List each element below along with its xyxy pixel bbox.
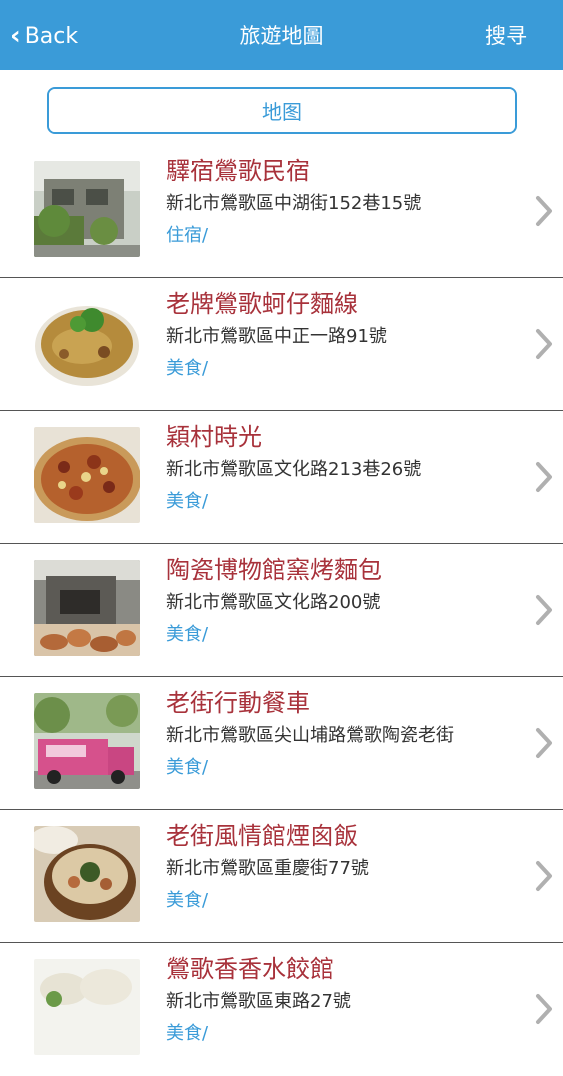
chevron-right-icon[interactable] [535,328,553,364]
place-address: 新北市鶯歌區重慶街77號 [166,858,369,879]
food-truck-photo [34,693,140,789]
place-name: 老牌鶯歌蚵仔麵線 [166,290,358,318]
place-address: 新北市鶯歌區文化路213巷26號 [166,459,422,480]
place-category: 美食/ [166,624,209,645]
place-address: 新北市鶯歌區文化路200號 [166,592,381,613]
place-name: 驛宿鶯歌民宿 [166,157,310,185]
list-item[interactable]: 老牌鶯歌蚵仔麵線 新北市鶯歌區中正一路91號 美食/ [0,278,563,411]
place-name: 老街行動餐車 [166,689,310,717]
noodle-bowl-photo [34,294,140,390]
chevron-right-icon[interactable] [535,727,553,763]
top-bar: ‹ Back 旅遊地圖 搜寻 [0,0,563,70]
tab-map[interactable]: 地图 [49,89,515,132]
list-item[interactable]: 鶯歌香香水餃館 新北市鶯歌區東路27號 美食/ [0,943,563,1076]
page-title: 旅遊地圖 [239,24,324,48]
place-name: 穎村時光 [166,423,262,451]
place-name: 陶瓷博物館窯烤麵包 [166,556,382,584]
chevron-right-icon[interactable] [535,860,553,896]
place-category: 美食/ [166,491,209,512]
chevron-right-icon[interactable] [535,993,553,1029]
place-address: 新北市鶯歌區尖山埔路鶯歌陶瓷老街 [166,725,454,746]
house-photo [34,161,140,257]
place-category: 美食/ [166,890,209,911]
list-item[interactable]: 老街行動餐車 新北市鶯歌區尖山埔路鶯歌陶瓷老街 美食/ [0,677,563,810]
rice-pot-photo [34,826,140,922]
place-list: 驛宿鶯歌民宿 新北市鶯歌區中湖街152巷15號 住宿/ 老牌鶯歌蚵仔麵線 新北市… [0,145,563,1076]
pizza-photo [34,427,140,523]
place-name: 老街風情館煙囪飯 [166,822,358,850]
chevron-right-icon[interactable] [535,461,553,497]
place-address: 新北市鶯歌區中湖街152巷15號 [166,193,422,214]
place-address: 新北市鶯歌區中正一路91號 [166,326,387,347]
view-toggle: 地图 列表 [47,87,517,134]
dumpling-photo [34,959,140,1055]
place-address: 新北市鶯歌區東路27號 [166,991,351,1012]
place-name: 鶯歌香香水餃館 [166,955,334,983]
place-category: 住宿/ [166,225,209,246]
place-category: 美食/ [166,757,209,778]
list-item[interactable]: 老街風情館煙囪飯 新北市鶯歌區重慶街77號 美食/ [0,810,563,943]
list-item[interactable]: 陶瓷博物館窯烤麵包 新北市鶯歌區文化路200號 美食/ [0,544,563,677]
list-item[interactable]: 穎村時光 新北市鶯歌區文化路213巷26號 美食/ [0,411,563,544]
chevron-right-icon[interactable] [535,594,553,630]
list-item[interactable]: 驛宿鶯歌民宿 新北市鶯歌區中湖街152巷15號 住宿/ [0,145,563,278]
search-button[interactable]: 搜寻 [485,20,527,52]
place-category: 美食/ [166,1023,209,1044]
kiln-bread-photo [34,560,140,656]
place-category: 美食/ [166,358,209,379]
chevron-right-icon[interactable] [535,195,553,231]
